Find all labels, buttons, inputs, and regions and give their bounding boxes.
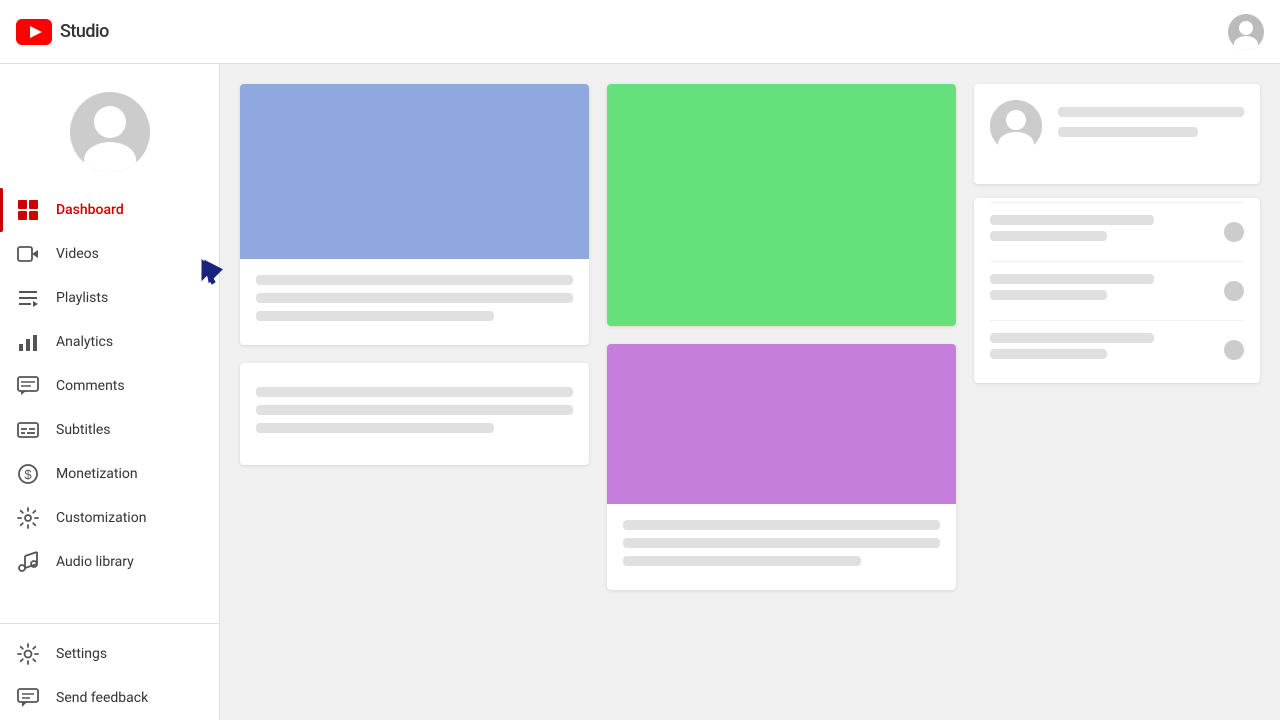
playlists-icon	[16, 286, 40, 310]
sidebar-item-dashboard[interactable]: Dashboard	[0, 188, 219, 232]
sidebar-item-label-dashboard: Dashboard	[56, 202, 124, 218]
list-info-lines	[1058, 107, 1244, 145]
sidebar-item-comments[interactable]: Comments	[0, 364, 219, 408]
card-line	[990, 215, 1154, 225]
main-content	[220, 64, 1280, 720]
svg-text:$: $	[24, 467, 32, 482]
videos-icon	[16, 242, 40, 266]
list-item-lines	[990, 274, 1224, 308]
card-avatar-info	[974, 84, 1260, 184]
card-text-block-1	[240, 259, 589, 345]
sidebar-item-label-subtitles: Subtitles	[56, 422, 111, 438]
list-circle-icon	[1224, 281, 1244, 301]
card-purple-thumb	[607, 344, 956, 590]
column-1	[240, 84, 589, 636]
card-line	[1058, 107, 1244, 117]
card-line	[256, 387, 573, 397]
logo-area: Studio	[16, 19, 109, 45]
card-line	[990, 349, 1107, 359]
card-line	[256, 275, 573, 285]
sidebar-item-label-analytics: Analytics	[56, 334, 113, 350]
card-line	[990, 231, 1107, 241]
list-item-lines	[990, 333, 1224, 367]
card-line	[990, 333, 1154, 343]
card-thumbnail-purple	[607, 344, 956, 504]
list-avatar-icon	[990, 100, 1042, 152]
card-text-only	[240, 363, 589, 465]
feedback-icon	[16, 686, 40, 710]
user-avatar-header[interactable]	[1228, 14, 1264, 50]
card-thumbnail-green	[607, 84, 956, 326]
card-line	[256, 293, 573, 303]
sidebar-avatar-section	[0, 72, 219, 188]
card-green-thumb	[607, 84, 956, 326]
card-text-block-2	[240, 363, 589, 465]
sidebar-item-label-comments: Comments	[56, 378, 125, 394]
sidebar-item-subtitles[interactable]: Subtitles	[0, 408, 219, 452]
card-line	[623, 520, 940, 530]
header: Studio	[0, 0, 1280, 64]
list-item-2	[990, 261, 1244, 320]
monetization-icon: $	[16, 462, 40, 486]
sidebar-item-label-videos: Videos	[56, 246, 99, 262]
card-line	[256, 405, 573, 415]
sidebar-item-audio-library[interactable]: Audio library	[0, 540, 219, 584]
sidebar-avatar-icon	[70, 92, 150, 172]
avatar-icon	[1228, 14, 1264, 50]
sidebar-bottom: Settings Send feedback	[0, 623, 219, 720]
list-item-3	[990, 320, 1244, 379]
sidebar-item-label-monetization: Monetization	[56, 466, 138, 482]
column-3	[974, 84, 1260, 636]
sidebar-item-settings[interactable]: Settings	[0, 632, 219, 676]
settings-icon	[16, 642, 40, 666]
sidebar-item-analytics[interactable]: Analytics	[0, 320, 219, 364]
sidebar: Dashboard Videos Playlists Analytics	[0, 64, 220, 720]
customization-icon	[16, 506, 40, 530]
card-line	[623, 556, 861, 566]
sidebar-nav: Dashboard Videos Playlists Analytics	[0, 188, 219, 623]
sidebar-item-label-audio-library: Audio library	[56, 554, 134, 570]
sidebar-item-videos[interactable]: Videos	[0, 232, 219, 276]
sidebar-avatar[interactable]	[70, 92, 150, 172]
audio-library-icon	[16, 550, 40, 574]
sidebar-item-playlists[interactable]: Playlists	[0, 276, 219, 320]
card-thumbnail-blue	[240, 84, 589, 259]
sidebar-item-customization[interactable]: Customization	[0, 496, 219, 540]
card-list-items	[974, 198, 1260, 383]
list-item-1	[990, 202, 1244, 261]
sidebar-item-label-playlists: Playlists	[56, 290, 108, 306]
dashboard-icon	[16, 198, 40, 222]
sidebar-item-send-feedback[interactable]: Send feedback	[0, 676, 219, 720]
card-line	[256, 423, 494, 433]
column-2	[607, 84, 956, 636]
card-line	[256, 311, 494, 321]
sidebar-item-monetization[interactable]: $ Monetization	[0, 452, 219, 496]
card-blue-thumb	[240, 84, 589, 345]
card-line	[623, 538, 940, 548]
card-text-block-3	[607, 504, 956, 590]
card-line	[990, 290, 1107, 300]
list-circle-icon	[1224, 222, 1244, 242]
list-item-lines	[990, 215, 1224, 249]
youtube-logo-icon	[16, 19, 52, 45]
sidebar-item-label-customization: Customization	[56, 510, 146, 526]
comments-icon	[16, 374, 40, 398]
card-line	[1058, 127, 1197, 137]
studio-label: Studio	[60, 21, 109, 42]
sidebar-item-label-send-feedback: Send feedback	[56, 690, 148, 706]
card-avatar-row	[990, 100, 1244, 152]
sidebar-item-label-settings: Settings	[56, 646, 107, 662]
analytics-icon	[16, 330, 40, 354]
list-circle-icon	[1224, 340, 1244, 360]
card-line	[990, 274, 1154, 284]
subtitles-icon	[16, 418, 40, 442]
